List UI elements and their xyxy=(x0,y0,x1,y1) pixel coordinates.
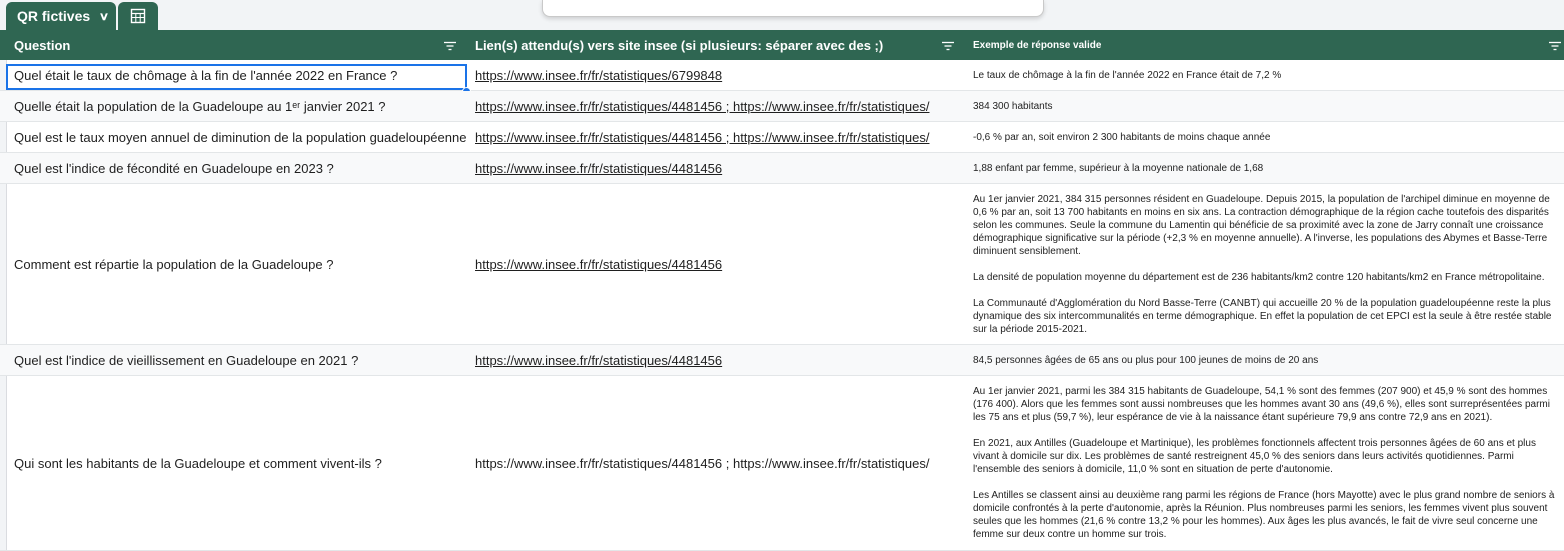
answer-cell[interactable]: 384 300 habitants xyxy=(965,91,1564,121)
filter-icon[interactable] xyxy=(443,41,457,51)
table-row: Quel était le taux de chômage à la fin d… xyxy=(0,60,1564,96)
link-text[interactable]: https://www.insee.fr/fr/statistiques/448… xyxy=(475,99,929,114)
sheet-tab-label: QR fictives xyxy=(17,8,91,24)
answer-text: Au 1er janvier 2021, parmi les 384 315 h… xyxy=(973,386,1555,540)
filter-icon[interactable] xyxy=(1548,41,1562,51)
link-cell[interactable]: https://www.insee.fr/fr/statistiques/679… xyxy=(467,60,965,90)
answer-cell[interactable]: Le taux de chômage à la fin de l'année 2… xyxy=(965,60,1564,90)
column-header-label: Exemple de réponse valide xyxy=(973,39,1102,51)
answer-cell[interactable]: -0,6 % par an, soit environ 2 300 habita… xyxy=(965,122,1564,152)
link-cell[interactable]: https://www.insee.fr/fr/statistiques/448… xyxy=(467,153,965,183)
question-cell[interactable]: Quel est le taux moyen annuel de diminut… xyxy=(6,122,467,152)
link-cell[interactable]: https://www.insee.fr/fr/statistiques/448… xyxy=(467,345,965,375)
question-cell[interactable]: Quel était le taux de chômage à la fin d… xyxy=(6,60,467,90)
question-cell[interactable]: Comment est répartie la population de la… xyxy=(6,184,467,344)
answer-text: Au 1er janvier 2021, 384 315 personnes r… xyxy=(973,193,1552,335)
table-row: Quel est l'indice de vieillissement en G… xyxy=(0,345,1564,376)
question-cell[interactable]: Quel est l'indice de vieillissement en G… xyxy=(6,345,467,375)
floating-panel xyxy=(542,0,1044,17)
column-header-label: Lien(s) attendu(s) vers site insee (si p… xyxy=(475,37,884,53)
link-text[interactable]: https://www.insee.fr/fr/statistiques/448… xyxy=(475,130,929,145)
chevron-down-icon[interactable]: ∨ xyxy=(99,10,109,23)
link-cell[interactable]: https://www.insee.fr/fr/statistiques/448… xyxy=(467,184,965,344)
link-text[interactable]: https://www.insee.fr/fr/statistiques/679… xyxy=(475,68,722,83)
answer-text: 1,88 enfant par femme, supérieur à la mo… xyxy=(973,162,1264,174)
table-row: Quel est le taux moyen annuel de diminut… xyxy=(0,122,1564,153)
question-cell[interactable]: Quel est l'indice de fécondité en Guadel… xyxy=(6,153,467,183)
table-header: Question Lien(s) attendu(s) vers site in… xyxy=(0,30,1564,60)
question-cell[interactable]: Qui sont les habitants de la Guadeloupe … xyxy=(6,376,467,550)
sheet-tab-qr-fictives[interactable]: QR fictives ∨ xyxy=(6,2,116,30)
answer-cell[interactable]: 1,88 enfant par femme, supérieur à la mo… xyxy=(965,153,1564,183)
table-row: Quel est l'indice de fécondité en Guadel… xyxy=(0,153,1564,184)
link-cell[interactable]: https://www.insee.fr/fr/statistiques/448… xyxy=(467,91,965,121)
table-row: Comment est répartie la population de la… xyxy=(0,184,1564,345)
answer-text: 84,5 personnes âgées de 65 ans ou plus p… xyxy=(973,354,1319,366)
table-row: Qui sont les habitants de la Guadeloupe … xyxy=(0,376,1564,551)
answer-cell[interactable]: Au 1er janvier 2021, parmi les 384 315 h… xyxy=(965,376,1564,550)
answer-text: Le taux de chômage à la fin de l'année 2… xyxy=(973,69,1282,81)
table-view-icon[interactable] xyxy=(118,2,158,30)
question-cell[interactable]: Quelle était la population de la Guadelo… xyxy=(6,91,467,121)
column-header-label: Question xyxy=(14,37,71,53)
table-body: Quel était le taux de chômage à la fin d… xyxy=(0,60,1564,551)
link-cell[interactable]: https://www.insee.fr/fr/statistiques/448… xyxy=(467,376,965,550)
link-text[interactable]: https://www.insee.fr/fr/statistiques/448… xyxy=(475,456,929,471)
link-text[interactable]: https://www.insee.fr/fr/statistiques/448… xyxy=(475,161,722,176)
answer-text: 384 300 habitants xyxy=(973,100,1053,112)
answer-cell[interactable]: Au 1er janvier 2021, 384 315 personnes r… xyxy=(965,184,1564,344)
column-header-links[interactable]: Lien(s) attendu(s) vers site insee (si p… xyxy=(461,30,965,60)
link-cell[interactable]: https://www.insee.fr/fr/statistiques/448… xyxy=(467,122,965,152)
answer-cell[interactable]: 84,5 personnes âgées de 65 ans ou plus p… xyxy=(965,345,1564,375)
column-header-answer[interactable]: Exemple de réponse valide xyxy=(959,30,1564,60)
answer-text: -0,6 % par an, soit environ 2 300 habita… xyxy=(973,131,1271,143)
link-text[interactable]: https://www.insee.fr/fr/statistiques/448… xyxy=(475,257,722,272)
filter-icon[interactable] xyxy=(941,41,955,51)
table-row: Quelle était la population de la Guadelo… xyxy=(0,91,1564,122)
link-text[interactable]: https://www.insee.fr/fr/statistiques/448… xyxy=(475,353,722,368)
column-header-question[interactable]: Question xyxy=(0,30,467,60)
